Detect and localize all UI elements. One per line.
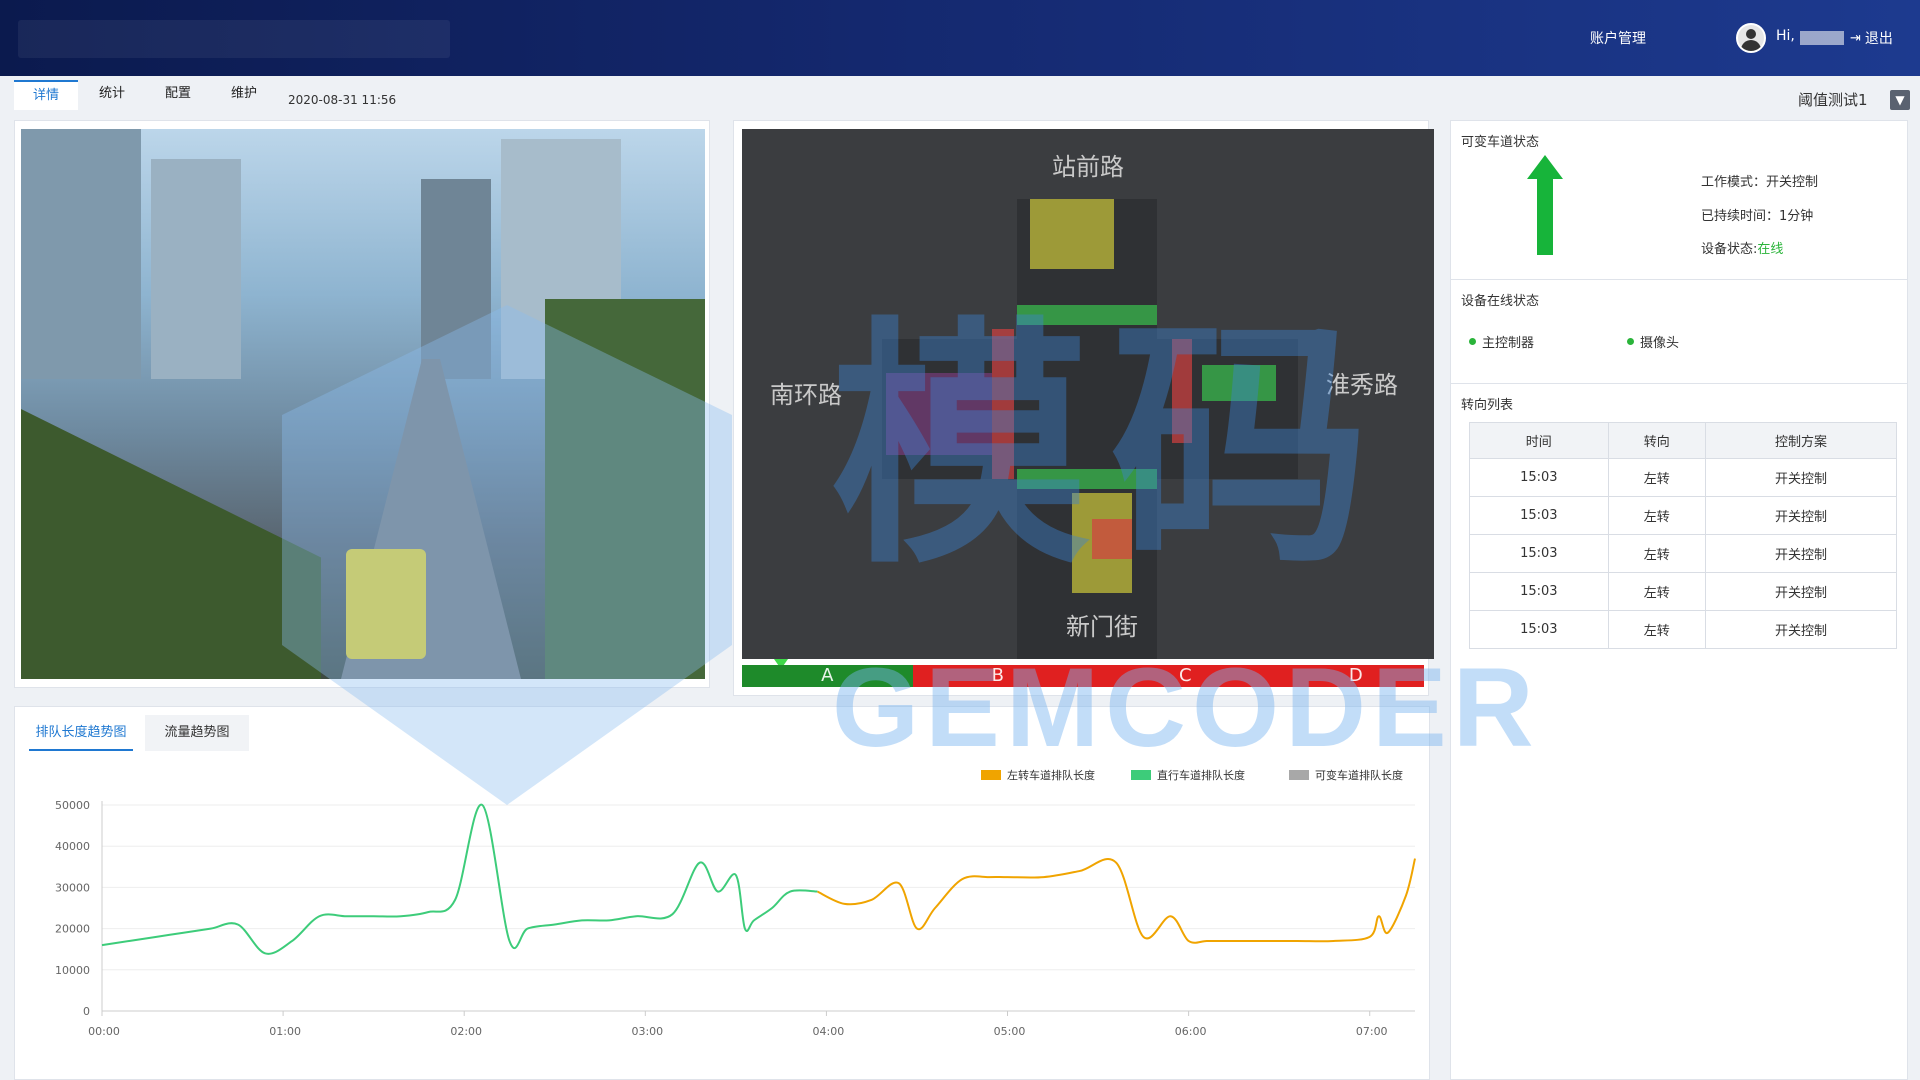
y-tick-label: 50000 <box>55 799 90 812</box>
account-management-link[interactable]: 账户管理 <box>1590 28 1646 48</box>
cell-direction: 左转 <box>1607 572 1706 611</box>
chevron-down-icon[interactable]: ▼ <box>1890 90 1910 110</box>
cell-plan: 开关控制 <box>1704 458 1898 497</box>
variable-lane-status-panel: 可变车道状态 工作模式：开关控制 已持续时间：1分钟 设备状态:在线 <box>1450 120 1908 280</box>
x-tick-label: 01:00 <box>269 1025 301 1038</box>
app-title-blurred <box>18 20 450 58</box>
legend-swatch <box>1289 770 1309 780</box>
cell-direction: 左转 <box>1607 458 1706 497</box>
cell-time: 15:03 <box>1469 534 1609 573</box>
logout-icon: ⇥ <box>1850 30 1861 46</box>
tab-maintenance[interactable]: 维护 <box>212 80 276 110</box>
cell-direction: 左转 <box>1607 610 1706 649</box>
x-tick-label: 04:00 <box>813 1025 845 1038</box>
cell-direction: 左转 <box>1607 534 1706 573</box>
logout-button[interactable]: ⇥ 退出 <box>1850 28 1893 48</box>
y-tick-label: 20000 <box>55 923 90 936</box>
status-dot-icon <box>1627 338 1634 345</box>
device-status-label: 设备状态: <box>1701 242 1758 257</box>
duration: 已持续时间：1分钟 <box>1701 209 1814 224</box>
series-line-0 <box>816 858 1416 944</box>
watermark-text: 模码 <box>830 297 1390 599</box>
device-label: 摄像头 <box>1640 336 1680 351</box>
current-datetime: 2020-08-31 11:56 <box>288 93 397 107</box>
cell-plan: 开关控制 <box>1704 572 1898 611</box>
legend-swatch <box>1131 770 1151 780</box>
device-main-controller: 主控制器 <box>1469 332 1534 351</box>
legend-swatch <box>981 770 1001 780</box>
threshold-select-value[interactable]: 阈值测试1 <box>1798 89 1868 110</box>
watermark-word: GEMCODER <box>832 645 1540 770</box>
top-header: 账户管理 Hi, ⇥ 退出 <box>0 0 1920 76</box>
avatar[interactable] <box>1736 23 1766 53</box>
column-header: 转向 <box>1607 422 1706 459</box>
section-title: 可变车道状态 <box>1461 135 1540 150</box>
work-mode: 工作模式：开关控制 <box>1701 175 1819 190</box>
device-status: 设备状态:在线 <box>1701 238 1783 257</box>
device-camera: 摄像头 <box>1627 332 1679 351</box>
greeting: Hi, <box>1776 28 1795 44</box>
x-tick-label: 07:00 <box>1356 1025 1388 1038</box>
section-title: 转向列表 <box>1461 398 1514 413</box>
status-dot-icon <box>1469 338 1476 345</box>
tab-config[interactable]: 配置 <box>146 80 210 110</box>
y-tick-label: 10000 <box>55 964 90 977</box>
cell-direction: 左转 <box>1607 496 1706 535</box>
building <box>151 159 241 379</box>
cell-plan: 开关控制 <box>1704 534 1898 573</box>
tab-bar: 详情 统计 配置 维护 2020-08-31 11:56 阈值测试1 ▼ <box>0 76 1920 116</box>
x-tick-label: 05:00 <box>994 1025 1026 1038</box>
tab-queue-length-trend[interactable]: 排队长度趋势图 <box>29 715 133 751</box>
tab-statistics[interactable]: 统计 <box>80 80 144 110</box>
cell-time: 15:03 <box>1469 610 1609 649</box>
table-row[interactable]: 15:03 左转 开关控制 <box>1469 458 1898 497</box>
building <box>21 129 141 379</box>
avatar-body <box>1741 40 1761 51</box>
y-tick-label: 30000 <box>55 881 90 894</box>
x-tick-label: 06:00 <box>1175 1025 1207 1038</box>
north-lanes <box>1030 199 1114 269</box>
column-header: 时间 <box>1469 422 1609 459</box>
table-row[interactable]: 15:03 左转 开关控制 <box>1469 610 1898 649</box>
cell-plan: 开关控制 <box>1704 496 1898 535</box>
tab-flow-trend[interactable]: 流量趋势图 <box>145 715 249 751</box>
street-south: 新门街 <box>1066 613 1138 641</box>
table-row[interactable]: 15:03 左转 开关控制 <box>1469 572 1898 611</box>
column-header: 控制方案 <box>1704 422 1898 459</box>
y-tick-label: 40000 <box>55 840 90 853</box>
cell-plan: 开关控制 <box>1704 610 1898 649</box>
device-label: 主控制器 <box>1482 336 1535 351</box>
device-status-value: 在线 <box>1757 242 1784 257</box>
greenery-left <box>21 409 321 679</box>
table-row[interactable]: 15:03 左转 开关控制 <box>1469 496 1898 535</box>
device-online-panel: 设备在线状态 主控制器 摄像头 <box>1450 280 1908 384</box>
table-row[interactable]: 15:03 左转 开关控制 <box>1469 534 1898 573</box>
x-tick-label: 03:00 <box>631 1025 663 1038</box>
section-title: 设备在线状态 <box>1461 294 1540 309</box>
cell-time: 15:03 <box>1469 496 1609 535</box>
logout-label: 退出 <box>1864 31 1893 47</box>
up-arrow-icon <box>1527 155 1563 255</box>
cell-time: 15:03 <box>1469 572 1609 611</box>
street-north: 站前路 <box>1052 153 1124 181</box>
username-blurred <box>1800 31 1844 45</box>
cell-time: 15:03 <box>1469 458 1609 497</box>
y-tick-label: 0 <box>83 1005 90 1018</box>
queue-length-line-chart: 0 10000 20000 30000 40000 50000 00:00 01:00 02:0… <box>55 799 1416 1038</box>
x-tick-label: 02:00 <box>450 1025 482 1038</box>
series-line-1 <box>101 803 818 955</box>
avatar-head <box>1746 29 1756 39</box>
tab-detail[interactable]: 详情 <box>14 80 78 110</box>
x-tick-label: 00:00 <box>88 1025 120 1038</box>
turn-list-table: 时间 转向 控制方案 15:03 左转 开关控制 15:03 左转 开关控制 1… <box>1469 422 1898 649</box>
